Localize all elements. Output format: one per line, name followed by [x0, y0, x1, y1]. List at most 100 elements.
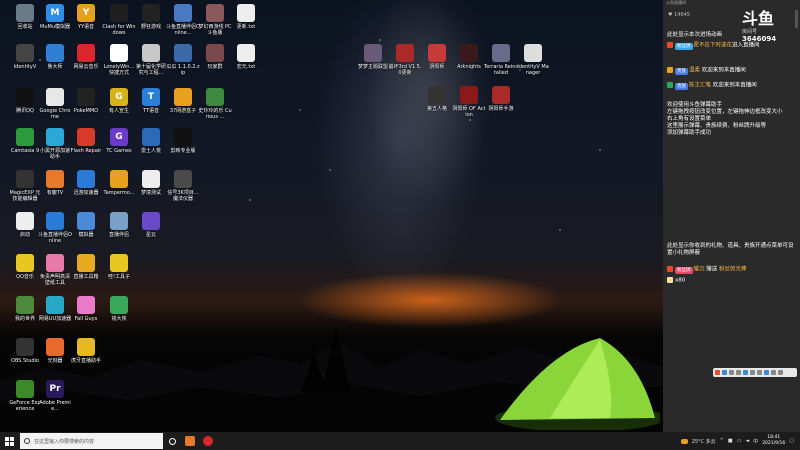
desktop-shortcut[interactable]: 瓜瓜 1.1.0.2.zip — [166, 44, 200, 76]
desktop-shortcut[interactable]: OBS Studio — [8, 338, 42, 364]
desktop-shortcut[interactable]: IdentityV Manager — [516, 44, 550, 76]
tool-icon[interactable] — [771, 370, 776, 375]
tool-icon[interactable] — [736, 370, 741, 375]
desktop-shortcut[interactable]: 剪映专业版 — [166, 128, 200, 154]
desktop-shortcut[interactable]: 有鹿TV — [38, 170, 72, 196]
desktop-shortcut[interactable]: 鲁大师 — [38, 44, 72, 70]
desktop-shortcut[interactable]: 模拟器 — [69, 212, 103, 238]
desktop-shortcut[interactable]: 雷土人荒 — [134, 128, 168, 154]
mic-icon[interactable] — [764, 370, 769, 375]
desktop-shortcut[interactable]: 直播伴侣 — [102, 212, 136, 238]
desktop-shortcut[interactable]: 37网游盒子 — [166, 88, 200, 114]
desktop-shortcut[interactable]: PokeMMO — [69, 88, 103, 114]
desktop-shortcut[interactable]: 免责声明高清壁纸工具 — [38, 254, 72, 286]
cortana-button[interactable] — [163, 432, 181, 450]
level-icon — [667, 42, 673, 48]
desktop-shortcut-label: 网易云音乐 — [73, 64, 99, 70]
desktop-shortcut[interactable]: 我的世界 — [8, 296, 42, 322]
desktop-shortcut[interactable]: 光刻器 — [38, 338, 72, 364]
desktop-shortcut[interactable]: 崩坏3rd V1.5.0更新 — [388, 44, 422, 76]
desktop-shortcut[interactable]: 阴阳师 OF Action — [452, 86, 486, 118]
desktop-shortcut[interactable]: Y YY语音 — [69, 4, 103, 30]
desktop-shortcut[interactable]: 哇!工具子 — [102, 254, 136, 280]
volume-icon[interactable]: ◄ — [745, 438, 749, 444]
tool-icon[interactable] — [750, 370, 755, 375]
network-icon[interactable]: ▭ — [737, 438, 742, 444]
taskbar-app-live-assistant[interactable] — [181, 432, 199, 450]
tool-icon[interactable] — [722, 370, 727, 375]
desktop-shortcut[interactable]: 梦境测试 — [134, 170, 168, 196]
desktop-shortcut[interactable]: GeForce Experience — [8, 380, 42, 412]
desktop-shortcut[interactable]: 钱大侠 — [102, 296, 136, 322]
desktop-shortcut-label: 崩坏3rd V1.5.0更新 — [388, 64, 422, 76]
app-icon — [203, 436, 213, 446]
desktop-shortcut[interactable]: LonelyWin...快捷方式 — [102, 44, 136, 76]
desktop-shortcut[interactable]: 第五人格 — [420, 86, 454, 112]
desktop-shortcut[interactable]: 史玲玲的乐 Curious ... — [198, 88, 232, 120]
start-button[interactable] — [0, 432, 18, 450]
desktop-shortcut-label: 鲁大师 — [47, 64, 63, 70]
tool-icon[interactable] — [743, 370, 748, 375]
app-icon — [524, 44, 542, 62]
desktop-shortcut[interactable]: 第十届化学研究与工程... — [134, 44, 168, 76]
tool-icon[interactable] — [729, 370, 734, 375]
app-icon: Y — [77, 4, 95, 22]
desktop-shortcut[interactable]: 启动 — [8, 212, 42, 238]
desktop-shortcut[interactable]: 小黑开源加速助手 — [38, 128, 72, 160]
desktop-shortcut[interactable]: Clash for Windows — [102, 4, 136, 36]
desktop-shortcut[interactable]: 更新.txt — [229, 4, 263, 30]
tray-app-icon[interactable]: ■ — [728, 438, 733, 444]
desktop-shortcut[interactable]: 信号3K项目...魔法仪器 — [166, 170, 200, 202]
desktop-shortcut[interactable]: 迅游加速器 — [69, 170, 103, 196]
desktop-shortcut-label: 野狂游戏 — [140, 24, 161, 30]
app-icon — [46, 128, 64, 146]
desktop-shortcut[interactable]: 虎牙直播助手 — [69, 338, 103, 364]
desktop-shortcut[interactable]: 星云 — [134, 212, 168, 238]
desktop-shortcut[interactable]: Terraria Reinstalled — [484, 44, 518, 76]
desktop-shortcut[interactable]: Flash Repair — [69, 128, 103, 154]
desktop-shortcut[interactable]: T TT语音 — [134, 88, 168, 114]
ime-icon[interactable]: 中 — [753, 438, 758, 445]
tool-icon[interactable] — [778, 370, 783, 375]
app-icon — [185, 436, 195, 446]
desktop-shortcut[interactable]: Pr Adobe Premie... — [38, 380, 72, 412]
desktop-shortcut[interactable]: Google Chrome — [38, 88, 72, 120]
notification-icon[interactable]: ▢ — [789, 438, 794, 444]
desktop-shortcut-label: 史玲玲的乐 Curious ... — [198, 108, 232, 120]
desktop-shortcut-label: TC Games — [106, 148, 132, 154]
desktop-shortcut[interactable]: Fall Guys — [69, 296, 103, 322]
desktop-shortcut[interactable]: 直播工具箱 — [69, 254, 103, 280]
desktop-shortcut[interactable]: 野狂游戏 — [134, 4, 168, 30]
clock[interactable]: 18:41 2021/9/16 — [762, 435, 785, 447]
desktop-shortcut[interactable]: G TC Games — [102, 128, 136, 154]
desktop-shortcut[interactable]: MagicEXP 元技能编辑器 — [8, 170, 42, 202]
desktop-shortcut[interactable]: Tampermo... — [102, 170, 136, 196]
desktop-shortcut[interactable]: M MuMu模拟器 — [38, 4, 72, 30]
taskbar-app-music[interactable] — [199, 432, 217, 450]
desktop-shortcut-label: 剪映专业版 — [170, 148, 196, 154]
panel-scrollbar[interactable] — [795, 10, 798, 28]
desktop-shortcut[interactable]: 斗鱼直播伴侣Online — [38, 212, 72, 244]
desktop-shortcut[interactable]: G 有人宣生 — [102, 88, 136, 114]
desktop-shortcut[interactable]: 回收站 — [8, 4, 42, 30]
app-icon — [46, 212, 64, 230]
desktop-shortcut[interactable]: Camtasia 9 — [8, 128, 42, 154]
desktop-shortcut[interactable]: 宏元.txt — [229, 44, 263, 70]
desktop-shortcut[interactable]: QQ音乐 — [8, 254, 42, 280]
desktop-shortcut-label: 瓜瓜 1.1.0.2.zip — [166, 64, 200, 76]
desktop-shortcut[interactable]: Arknights — [452, 44, 486, 70]
desktop-shortcut[interactable]: 网易UU加速器 — [38, 296, 72, 322]
chevron-up-icon[interactable]: ^ — [720, 438, 724, 444]
desktop-shortcut[interactable]: IdentityV — [8, 44, 42, 70]
desktop-shortcut[interactable]: 阴阳师手游 — [484, 86, 518, 112]
desktop-shortcut[interactable]: 网易云音乐 — [69, 44, 103, 70]
tool-icon[interactable] — [757, 370, 762, 375]
desktop-shortcut[interactable]: 斗鱼直播伴侣Online... — [166, 4, 200, 36]
desktop-shortcut[interactable]: 梦幻西游线 PC 斗鱼版 — [198, 4, 232, 36]
logo-icon[interactable] — [715, 370, 720, 375]
desktop-shortcut[interactable]: 玩家群 — [198, 44, 232, 70]
desktop-shortcut[interactable]: 阴阳师 — [420, 44, 454, 70]
taskbar-search-box[interactable]: 在这里输入你要搜索的内容 — [20, 433, 163, 449]
desktop-shortcut[interactable]: 腾讯QQ — [8, 88, 42, 114]
desktop-shortcut[interactable]: 梦梦主题联盟 — [356, 44, 390, 70]
